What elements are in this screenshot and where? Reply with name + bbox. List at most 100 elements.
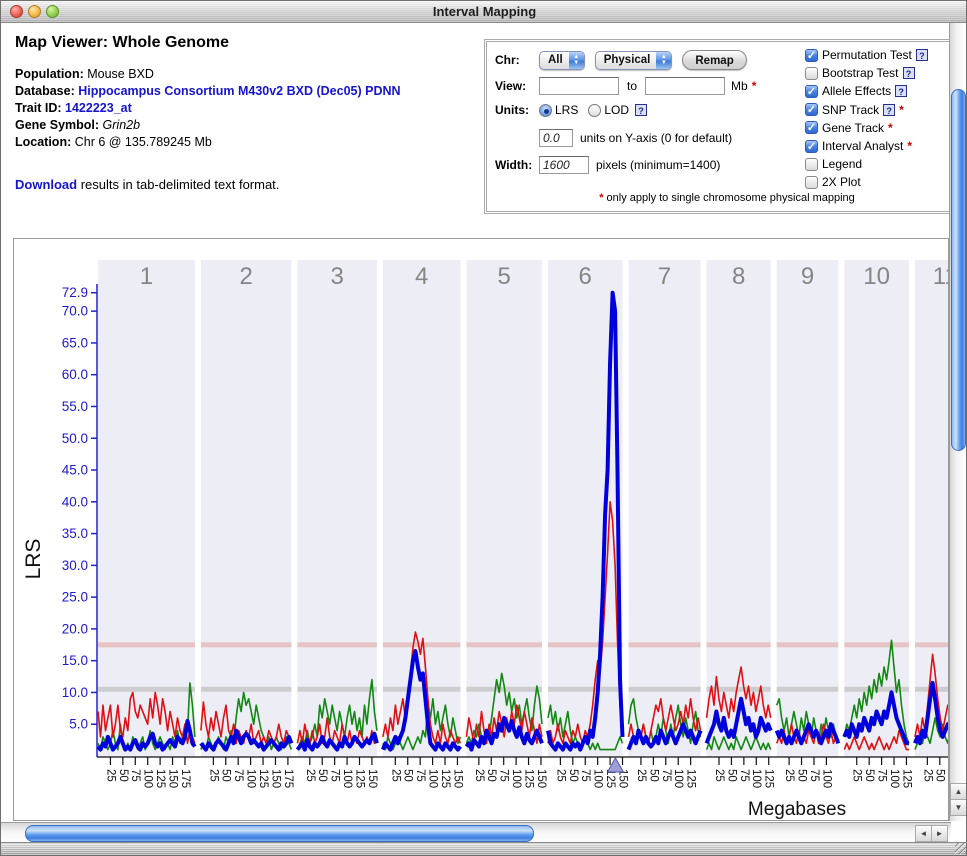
location-row: Location: Chr 6 @ 135.789245 Mb xyxy=(15,134,480,151)
x-tick-label: 125 xyxy=(523,769,535,788)
x-tick-label: 25 xyxy=(104,769,116,782)
horizontal-scrollbar-thumb[interactable] xyxy=(25,825,534,842)
x-tick-label: 75 xyxy=(414,769,426,782)
download-link[interactable]: Download xyxy=(15,177,77,192)
checkbox[interactable]: ✓ xyxy=(805,85,818,98)
help-icon[interactable]: ? xyxy=(895,85,907,97)
checkbox[interactable]: ✓ xyxy=(805,103,818,116)
checkbox-label: Legend xyxy=(822,157,862,171)
significant-threshold-band xyxy=(707,642,771,647)
yaxis-units-input[interactable] xyxy=(539,129,573,147)
checkbox[interactable] xyxy=(805,67,818,80)
checkbox-row-allele-effects[interactable]: ✓Allele Effects? xyxy=(805,82,955,100)
y-tick-label: 25.0 xyxy=(62,590,88,605)
header-info: Map Viewer: Whole Genome Population: Mou… xyxy=(15,34,480,192)
scroll-right-button[interactable]: ► xyxy=(931,825,948,842)
lrs-radio[interactable] xyxy=(539,104,552,117)
chromosome-select[interactable]: All ▲▼ xyxy=(539,51,585,70)
required-asterisk: * xyxy=(899,103,904,117)
resize-grip[interactable] xyxy=(955,843,967,854)
width-input[interactable] xyxy=(539,156,589,174)
significant-threshold-band xyxy=(548,642,623,647)
x-tick-label: 25 xyxy=(713,769,725,782)
gene-symbol-value: Grin2b xyxy=(103,118,141,132)
gene-symbol-row: Gene Symbol: Grin2b xyxy=(15,117,480,134)
checkbox[interactable] xyxy=(805,176,818,189)
help-icon[interactable]: ? xyxy=(635,104,647,116)
database-link[interactable]: Hippocampus Consortium M430v2 BXD (Dec05… xyxy=(78,84,400,98)
mapping-type-select[interactable]: Physical ▲▼ xyxy=(595,51,673,70)
lod-radio-label: LOD xyxy=(604,103,629,117)
width-hint: pixels (minimum=1400) xyxy=(596,158,720,172)
suggestive-threshold-band xyxy=(777,687,839,692)
page-title: Map Viewer: Whole Genome xyxy=(15,34,480,52)
scroll-up-button[interactable]: ▲ xyxy=(950,783,967,800)
y-tick-label: 60.0 xyxy=(62,367,88,382)
chromosome-panel-4[interactable] xyxy=(383,260,461,757)
window-title: Interval Mapping xyxy=(1,4,967,19)
x-tick-label: 25 xyxy=(389,769,401,782)
view-to-input[interactable] xyxy=(645,77,725,95)
x-tick-label: 125 xyxy=(353,769,365,788)
chromosome-number-label: 4 xyxy=(415,263,428,290)
vertical-scrollbar-thumb[interactable] xyxy=(951,89,966,451)
checkbox-row-snp-track[interactable]: ✓SNP Track?* xyxy=(805,101,955,119)
chromosome-panel-9[interactable] xyxy=(777,260,839,757)
horizontal-scrollbar[interactable]: ◄ ► xyxy=(1,822,951,844)
checkbox[interactable] xyxy=(805,158,818,171)
x-tick-label: 100 xyxy=(510,769,522,788)
scroll-down-button[interactable]: ▼ xyxy=(950,799,967,816)
chromosome-panel-3[interactable] xyxy=(297,260,377,757)
x-tick-label: 100 xyxy=(341,769,353,788)
x-tick-label: 75 xyxy=(660,769,672,782)
checkbox[interactable]: ✓ xyxy=(805,140,818,153)
significant-threshold-band xyxy=(297,642,377,647)
y-tick-label: 15.0 xyxy=(62,653,88,668)
x-tick-label: 25 xyxy=(473,769,485,782)
y-tick-label: 65.0 xyxy=(62,335,88,350)
x-tick-label: 100 xyxy=(245,769,257,788)
y-tick-label: 10.0 xyxy=(62,685,88,700)
checkbox[interactable]: ✓ xyxy=(805,49,818,62)
chr-row: Chr: All ▲▼ Physical ▲▼ Remap xyxy=(495,50,747,70)
help-icon[interactable]: ? xyxy=(903,67,915,79)
checkbox-row-2x-plot[interactable]: 2X Plot xyxy=(805,173,955,191)
x-tick-label: 75 xyxy=(498,769,510,782)
checkbox-row-permutation-test[interactable]: ✓Permutation Test? xyxy=(805,46,955,64)
chromosome-number-label: 5 xyxy=(498,263,511,290)
checkbox-label: 2X Plot xyxy=(822,175,861,189)
significant-threshold-band xyxy=(201,642,291,647)
lod-radio[interactable] xyxy=(588,104,601,117)
chromosome-panel-1[interactable] xyxy=(98,260,195,757)
y-tick-label: 35.0 xyxy=(62,526,88,541)
checkbox-row-gene-track[interactable]: ✓Gene Track* xyxy=(805,119,955,137)
x-tick-label: 100 xyxy=(142,769,154,788)
width-label: Width: xyxy=(495,158,539,172)
x-tick-label: 25 xyxy=(851,769,863,782)
x-tick-label: 125 xyxy=(439,769,451,788)
chromosome-panel-7[interactable] xyxy=(629,260,701,757)
checkbox-row-interval-analyst[interactable]: ✓Interval Analyst* xyxy=(805,137,955,155)
help-icon[interactable]: ? xyxy=(883,104,895,116)
help-icon[interactable]: ? xyxy=(916,49,928,61)
checkbox[interactable]: ✓ xyxy=(805,121,818,134)
x-tick-label: 75 xyxy=(232,769,244,782)
required-asterisk: * xyxy=(752,79,757,93)
title-bar[interactable]: Interval Mapping xyxy=(1,1,967,23)
y-tick-label: 55.0 xyxy=(62,399,88,414)
checkbox-row-bootstrap-test[interactable]: Bootstrap Test? xyxy=(805,64,955,82)
checkbox-row-legend[interactable]: Legend xyxy=(805,155,955,173)
interval-map-plot[interactable]: 123456789101172.970.065.060.055.050.045.… xyxy=(14,239,949,821)
vertical-scrollbar[interactable]: ▲ ▼ xyxy=(949,23,966,821)
x-tick-label: 100 xyxy=(888,769,900,788)
chromosome-number-label: 11 xyxy=(933,263,949,290)
x-tick-label: 50 xyxy=(485,769,497,782)
y-tick-label: 72.9 xyxy=(62,285,88,300)
x-tick-label: 100 xyxy=(820,769,832,788)
chromosome-panel-2[interactable] xyxy=(201,260,291,757)
remap-button[interactable]: Remap xyxy=(682,50,746,70)
view-from-input[interactable] xyxy=(539,77,619,95)
checkbox-label: Interval Analyst xyxy=(822,139,903,153)
trait-id-link[interactable]: 1422223_at xyxy=(65,101,132,115)
scroll-left-button[interactable]: ◄ xyxy=(915,825,932,842)
